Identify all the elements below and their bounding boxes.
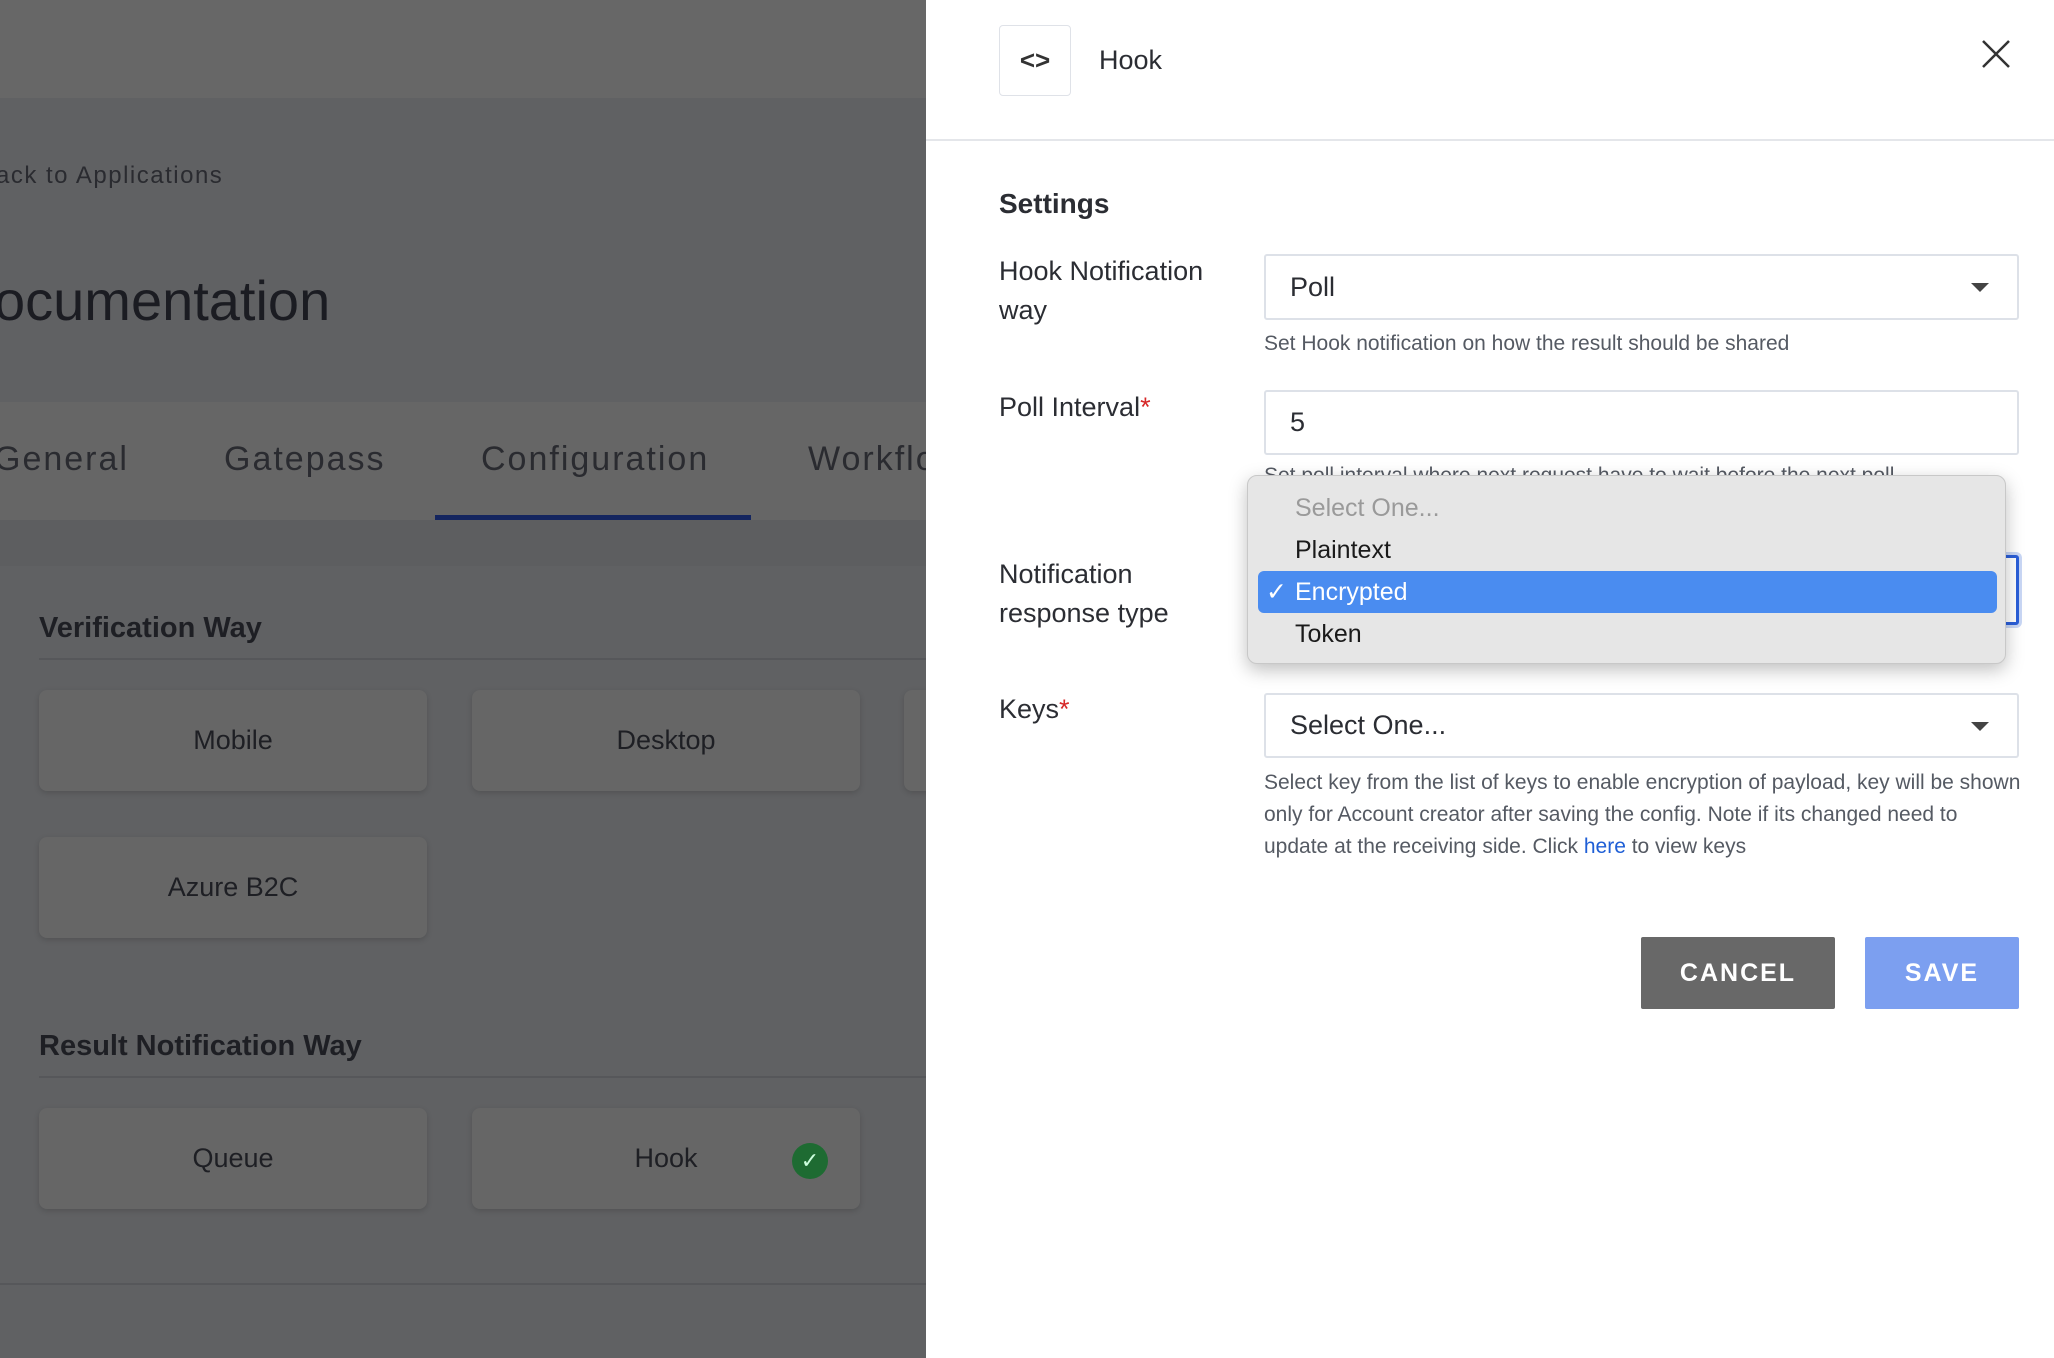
help-text: to view keys <box>1625 835 1747 858</box>
verification-way-title: Verification Way <box>39 612 262 644</box>
result-notification-way-title: Result Notification Way <box>39 1030 362 1062</box>
chevron-down-icon <box>1971 283 1989 292</box>
close-icon[interactable] <box>1978 36 2014 72</box>
label-text: Keys <box>999 694 1060 724</box>
option-card-hook[interactable]: Hook ✓ <box>472 1108 860 1209</box>
option-card-queue[interactable]: Queue <box>39 1108 427 1209</box>
save-button[interactable]: SAVE <box>1865 937 2019 1009</box>
dropdown-option-placeholder[interactable]: Select One... <box>1248 487 2005 529</box>
page-title: ocumentation <box>0 269 331 332</box>
notification-response-type-label: Notification response type <box>999 559 1169 628</box>
poll-interval-input[interactable]: 5 <box>1264 390 2019 455</box>
keys-select[interactable]: Select One... <box>1264 693 2019 758</box>
label-text: Poll Interval <box>999 392 1141 422</box>
option-card-azure-b2c[interactable]: Azure B2C <box>39 837 427 938</box>
chevron-down-icon <box>1971 721 1989 731</box>
hook-notification-way-help: Set Hook notification on how the result … <box>1264 332 1790 355</box>
header-divider <box>926 139 2054 141</box>
drawer-title: Hook <box>1099 45 1163 75</box>
card-label: Hook <box>634 1143 698 1173</box>
divider <box>0 520 926 566</box>
keys-help: Select key from the list of keys to enab… <box>1264 767 2024 863</box>
view-keys-link[interactable]: here <box>1584 835 1626 858</box>
code-icon: <> <box>999 25 1071 96</box>
select-value: Poll <box>1290 271 1336 302</box>
option-label: Encrypted <box>1295 577 1408 606</box>
divider <box>0 1283 926 1285</box>
tab-gatepass[interactable]: Gatepass <box>224 440 386 479</box>
option-card-clipped[interactable] <box>904 690 926 791</box>
cancel-button[interactable]: CANCEL <box>1641 937 1835 1009</box>
card-label: Queue <box>192 1143 274 1173</box>
back-to-applications-link[interactable]: ack to Applications <box>0 162 223 190</box>
divider <box>39 1076 926 1078</box>
background-page: ack to Applications ocumentation General… <box>0 0 926 1358</box>
option-card-mobile[interactable]: Mobile <box>39 690 427 791</box>
card-label: Mobile <box>193 725 273 755</box>
tab-workflow[interactable]: Workflo <box>808 440 926 479</box>
dropdown-option-plaintext[interactable]: Plaintext <box>1248 529 2005 571</box>
check-circle-icon: ✓ <box>792 1143 828 1179</box>
tab-general[interactable]: General <box>0 440 129 479</box>
checkmark-icon: ✓ <box>1266 578 1287 606</box>
card-label: Azure B2C <box>167 872 299 902</box>
select-value: Select One... <box>1290 710 1447 740</box>
tab-configuration[interactable]: Configuration <box>481 440 709 479</box>
poll-interval-label: Poll Interval* <box>999 388 1229 427</box>
hook-notification-way-label: Hook Notification way <box>999 256 1204 325</box>
divider <box>39 658 926 660</box>
settings-title: Settings <box>999 188 1110 219</box>
required-marker: * <box>1059 694 1070 724</box>
keys-label: Keys* <box>999 690 1229 729</box>
tab-bar <box>0 402 926 520</box>
card-label: Desktop <box>616 725 716 755</box>
input-value: 5 <box>1290 407 1306 437</box>
hook-settings-drawer: <> Hook Settings Hook Notification way P… <box>926 0 2054 1358</box>
option-card-desktop[interactable]: Desktop <box>472 690 860 791</box>
notification-response-type-dropdown: Select One... Plaintext ✓ Encrypted Toke… <box>1247 475 2006 664</box>
top-bar <box>0 0 926 98</box>
dropdown-option-encrypted[interactable]: ✓ Encrypted <box>1258 571 1997 613</box>
required-marker: * <box>1140 392 1151 422</box>
dropdown-option-token[interactable]: Token <box>1248 613 2005 655</box>
hook-notification-way-select[interactable]: Poll <box>1264 254 2019 320</box>
